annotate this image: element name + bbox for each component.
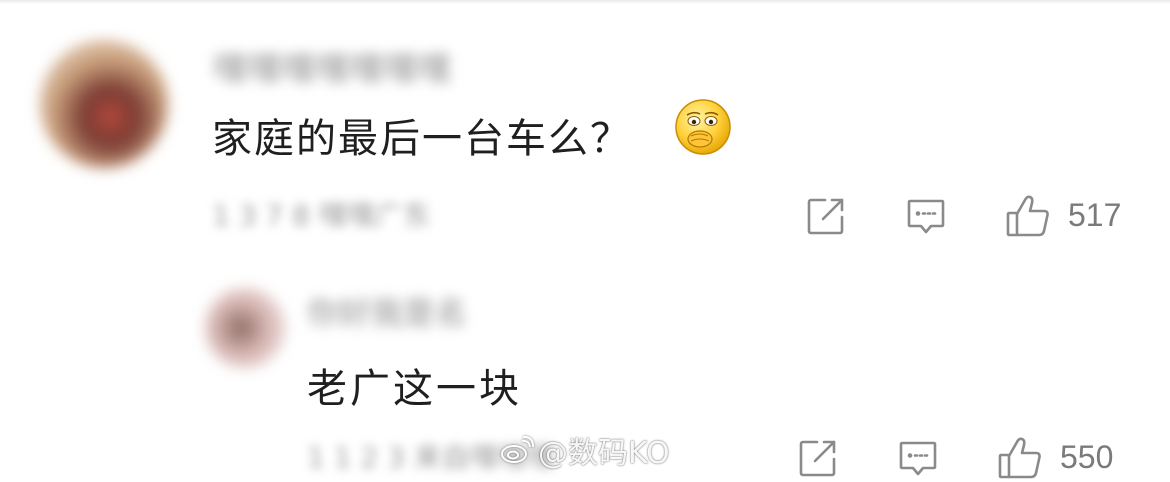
weibo-icon: [501, 435, 534, 463]
watermark: @数码KO: [500, 430, 670, 471]
share-icon[interactable]: [805, 195, 847, 237]
username[interactable]: 你好我是名: [307, 288, 467, 334]
username[interactable]: 嘿嘿嘿嘿嘿嘿嘿: [213, 42, 451, 91]
avatar[interactable]: [205, 288, 285, 368]
comment-thread-screenshot: { "comments": [ { "text": "家庭的最后一台车么？", …: [0, 0, 1170, 479]
avatar[interactable]: [40, 40, 168, 168]
reply-icon[interactable]: [905, 195, 947, 237]
like-count: 550: [1060, 439, 1114, 475]
comment-text: 家庭的最后一台车么？: [212, 116, 632, 162]
thumbs-up-icon[interactable]: [1004, 192, 1052, 240]
comment-meta: 1 3 7 8 嘿嘿广东: [212, 199, 431, 232]
reply-icon[interactable]: [897, 437, 939, 479]
like-count: 517: [1068, 197, 1122, 233]
share-icon[interactable]: [797, 437, 839, 479]
comment-item: 嘿嘿嘿嘿嘿嘿嘿 家庭的最后一台车么？ 1 3 7 8 嘿嘿广东 517: [0, 0, 1170, 255]
watermark-text: @数码KO: [538, 436, 670, 471]
comment-text: 老广这一块: [307, 366, 522, 412]
covering-mouth-emoji-icon: [675, 99, 731, 155]
